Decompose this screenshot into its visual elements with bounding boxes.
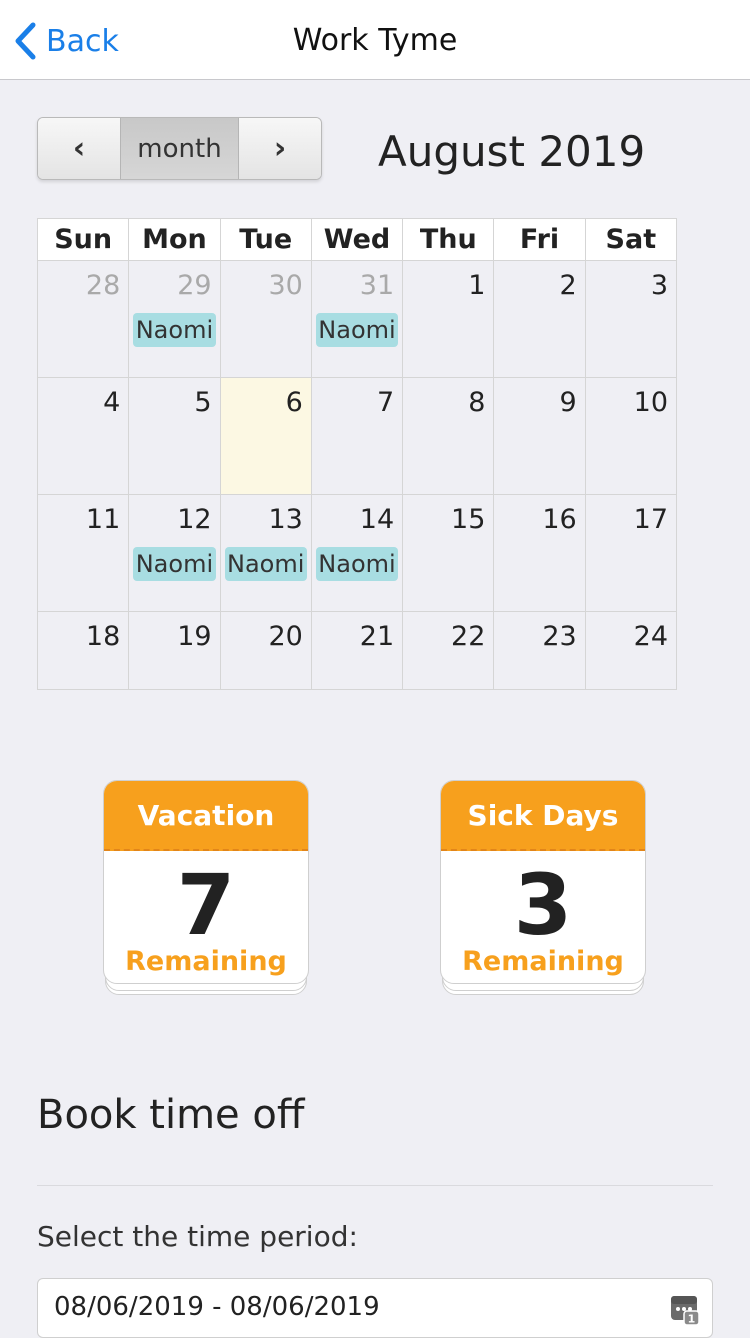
- prev-month-button[interactable]: ‹: [38, 118, 120, 179]
- month-view-button[interactable]: month: [120, 118, 239, 179]
- calendar-event[interactable]: Naomi: [224, 547, 307, 581]
- day-number: 5: [194, 387, 212, 418]
- calendar-day-cell[interactable]: 16: [493, 494, 586, 612]
- vacation-card-title: Vacation: [104, 781, 308, 851]
- weekday-header: Sun Mon Tue Wed Thu Fri Sat: [36, 218, 678, 261]
- calendar-day-cell[interactable]: 14 Naomi: [310, 494, 404, 612]
- day-number: 30: [268, 270, 303, 301]
- day-number: 7: [376, 387, 395, 418]
- day-number: 31: [359, 270, 395, 301]
- divider: [37, 1185, 713, 1186]
- day-number: 12: [177, 504, 212, 535]
- calendar-day-cell[interactable]: 15: [402, 494, 495, 612]
- nav-bar: Back Work Tyme: [0, 0, 750, 80]
- calendar-grid: Sun Mon Tue Wed Thu Fri Sat 28 29 Naomi 30 3…: [36, 218, 678, 690]
- calendar-event[interactable]: Naomi: [133, 313, 216, 347]
- calendar-day-cell-today[interactable]: 6: [219, 377, 312, 495]
- weekday-label: Tue: [219, 218, 312, 261]
- day-number: 10: [633, 387, 668, 418]
- calendar-day-cell[interactable]: 17: [584, 494, 678, 612]
- page-title: Work Tyme: [292, 23, 458, 58]
- day-number: 24: [633, 621, 668, 652]
- day-number: 21: [359, 621, 395, 652]
- calendar-controls: ‹ month ›: [37, 117, 322, 180]
- calendar-week-row: 11 12 Naomi 13 Naomi 14 Naomi 15 16 17: [36, 494, 678, 612]
- day-number: 8: [468, 387, 486, 418]
- day-number: 16: [542, 504, 577, 535]
- weekday-label: Sun: [36, 218, 130, 261]
- day-number: 6: [285, 387, 303, 418]
- vacation-count: 7: [176, 856, 236, 954]
- calendar-day-cell[interactable]: 10: [584, 377, 678, 495]
- calendar-event[interactable]: Naomi: [315, 313, 399, 347]
- day-number: 11: [85, 504, 121, 535]
- card-face: Sick Days 3 Remaining: [440, 780, 646, 984]
- time-period-value: 08/06/2019 - 08/06/2019: [54, 1292, 380, 1322]
- calendar-day-cell[interactable]: 31 Naomi: [310, 260, 404, 378]
- weekday-label: Fri: [493, 218, 586, 261]
- calendar-day-cell[interactable]: 30: [219, 260, 312, 378]
- weekday-label: Wed: [310, 218, 404, 261]
- calendar-day-cell[interactable]: 3: [584, 260, 678, 378]
- time-period-label: Select the time period:: [37, 1220, 358, 1253]
- day-number: 2: [559, 270, 577, 301]
- day-number: 15: [451, 504, 486, 535]
- card-face: Vacation 7 Remaining: [103, 780, 309, 984]
- calendar-day-cell[interactable]: 9: [493, 377, 586, 495]
- svg-text:1: 1: [688, 1313, 696, 1326]
- vacation-remaining-label: Remaining: [125, 946, 287, 977]
- calendar-day-cell[interactable]: 13 Naomi: [219, 494, 312, 612]
- calendar-event[interactable]: Naomi: [315, 547, 399, 581]
- day-number: 22: [451, 621, 486, 652]
- day-number: 9: [559, 387, 577, 418]
- weekday-label: Thu: [402, 218, 495, 261]
- sick-days-remaining-label: Remaining: [462, 946, 624, 977]
- calendar-day-cell[interactable]: 5: [128, 377, 221, 495]
- calendar-day-cell[interactable]: 8: [402, 377, 495, 495]
- calendar-day-cell[interactable]: 4: [36, 377, 130, 495]
- day-number: 17: [633, 504, 668, 535]
- vacation-card: Vacation 7 Remaining: [103, 780, 309, 995]
- calendar-day-cell[interactable]: 23: [493, 611, 586, 690]
- calendar-event[interactable]: Naomi: [133, 547, 216, 581]
- calendar-day-cell[interactable]: 22: [402, 611, 495, 690]
- calendar-day-cell[interactable]: 24: [584, 611, 678, 690]
- day-number: 19: [177, 621, 212, 652]
- day-number: 4: [103, 387, 121, 418]
- book-time-off-heading: Book time off: [37, 1092, 305, 1138]
- calendar-day-cell[interactable]: 1: [402, 260, 495, 378]
- day-number: 13: [268, 504, 303, 535]
- calendar-day-cell[interactable]: 19: [128, 611, 221, 690]
- day-number: 3: [650, 270, 668, 301]
- calendar-day-cell[interactable]: 12 Naomi: [128, 494, 221, 612]
- calendar-week-row: 28 29 Naomi 30 31 Naomi 1 2 3: [36, 260, 678, 378]
- sick-days-card: Sick Days 3 Remaining: [440, 780, 646, 995]
- calendar-day-cell[interactable]: 28: [36, 260, 130, 378]
- calendar-day-cell[interactable]: 18: [36, 611, 130, 690]
- calendar-day-cell[interactable]: 7: [310, 377, 404, 495]
- weekday-label: Mon: [128, 218, 221, 261]
- day-number: 1: [468, 270, 486, 301]
- day-number: 18: [85, 621, 121, 652]
- calendar-week-row: 18 19 20 21 22 23 24: [36, 611, 678, 690]
- day-number: 23: [542, 621, 577, 652]
- calendar-icon[interactable]: 1: [670, 1293, 700, 1325]
- sick-days-card-title: Sick Days: [441, 781, 645, 851]
- calendar-day-cell[interactable]: 29 Naomi: [128, 260, 221, 378]
- day-number: 14: [359, 504, 395, 535]
- day-number: 28: [85, 270, 121, 301]
- day-number: 29: [177, 270, 212, 301]
- calendar-day-cell[interactable]: 20: [219, 611, 312, 690]
- time-period-input[interactable]: 08/06/2019 - 08/06/2019 1: [37, 1278, 713, 1338]
- month-title: August 2019: [378, 127, 646, 176]
- day-number: 20: [268, 621, 303, 652]
- weekday-label: Sat: [584, 218, 678, 261]
- sick-days-count: 3: [513, 856, 573, 954]
- calendar-week-row: 4 5 6 7 8 9 10: [36, 377, 678, 495]
- calendar-day-cell[interactable]: 11: [36, 494, 130, 612]
- calendar-day-cell[interactable]: 2: [493, 260, 586, 378]
- calendar-day-cell[interactable]: 21: [310, 611, 404, 690]
- next-month-button[interactable]: ›: [239, 118, 321, 179]
